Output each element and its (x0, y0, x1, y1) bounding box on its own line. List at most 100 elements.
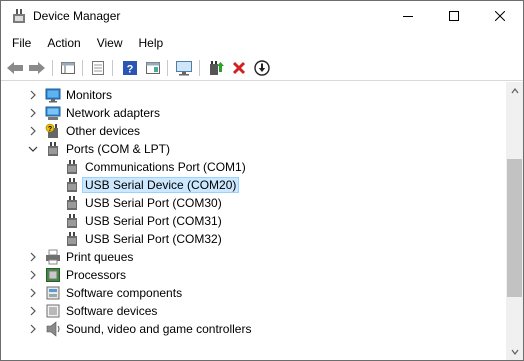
tree-item-com1[interactable]: Communications Port (COM1) (3, 158, 506, 176)
chevron-right-icon[interactable] (27, 89, 39, 101)
svg-text:?: ? (48, 126, 52, 133)
tree-item-network-adapters[interactable]: Network adapters (3, 104, 506, 122)
tree-item-label: USB Serial Port (COM30) (85, 196, 222, 210)
processor-icon (45, 267, 61, 283)
menu-help[interactable]: Help (131, 33, 172, 53)
port-icon (64, 231, 80, 247)
minimize-button[interactable] (385, 1, 431, 31)
show-hide-console-tree-icon (61, 62, 75, 74)
disable-device-icon (254, 60, 270, 76)
tree-item-label: Communications Port (COM1) (85, 160, 246, 174)
maximize-button[interactable] (431, 1, 477, 31)
tree-item-software-components[interactable]: Software components (3, 284, 506, 302)
chevron-down-icon (511, 349, 518, 355)
uninstall-icon (232, 61, 246, 75)
menu-action[interactable]: Action (39, 33, 88, 53)
tree-item-label: Other devices (66, 124, 141, 138)
tree-item-print-queues[interactable]: Print queues (3, 248, 506, 266)
toolbar-separator (82, 60, 83, 76)
tree-item-software-devices[interactable]: Software devices (3, 302, 506, 320)
chevron-right-icon[interactable] (27, 323, 39, 335)
window-title: Device Manager (33, 9, 121, 23)
monitor-icon (45, 87, 61, 103)
toolbar-separator (52, 60, 53, 76)
back-icon (7, 62, 23, 74)
printer-icon (45, 249, 61, 265)
chevron-right-icon[interactable] (27, 251, 39, 263)
port-icon (64, 195, 80, 211)
tree-item-sound-video-game[interactable]: Sound, video and game controllers (3, 320, 506, 338)
network-adapter-icon (45, 105, 61, 121)
unknown-device-icon: ? (45, 123, 61, 139)
tree-item-com30[interactable]: USB Serial Port (COM30) (3, 194, 506, 212)
chevron-right-icon[interactable] (27, 287, 39, 299)
help-icon: ? (123, 61, 137, 76)
properties-icon (92, 61, 104, 75)
toolbar-separator (167, 60, 168, 76)
tree-item-label: Sound, video and game controllers (66, 322, 252, 336)
tree-item-com20[interactable]: USB Serial Device (COM20) (3, 176, 506, 194)
action-pane-button[interactable] (143, 58, 163, 78)
scroll-up-button[interactable] (506, 82, 523, 99)
tree-item-label: Software devices (66, 304, 158, 318)
forward-button[interactable] (27, 58, 47, 78)
menu-file[interactable]: File (1, 33, 39, 53)
software-component-icon (45, 285, 61, 301)
show-hide-console-tree-button[interactable] (58, 58, 78, 78)
uninstall-device-button[interactable] (229, 58, 249, 78)
speaker-icon (45, 321, 61, 337)
help-button[interactable]: ? (120, 58, 140, 78)
toolbar: ? (1, 55, 523, 81)
chevron-right-icon[interactable] (27, 305, 39, 317)
tree-item-monitors[interactable]: Monitors (3, 86, 506, 104)
tree-item-com31[interactable]: USB Serial Port (COM31) (3, 212, 506, 230)
update-driver-icon (210, 61, 224, 75)
tree-item-label: USB Serial Port (COM31) (85, 214, 222, 228)
properties-button[interactable] (88, 58, 108, 78)
tree-item-label: USB Serial Port (COM32) (85, 232, 222, 246)
chevron-down-icon[interactable] (27, 143, 39, 155)
menu-view[interactable]: View (89, 33, 131, 53)
tree-item-com32[interactable]: USB Serial Port (COM32) (3, 230, 506, 248)
tree-item-ports[interactable]: Ports (COM & LPT) (3, 140, 506, 158)
tree-item-label: Network adapters (66, 106, 161, 120)
minimize-icon (403, 16, 413, 17)
vertical-scrollbar[interactable] (506, 82, 523, 360)
tree-item-label: Ports (COM & LPT) (66, 142, 171, 156)
tree-item-label: Software components (66, 286, 183, 300)
action-pane-icon (146, 62, 160, 74)
software-device-icon (45, 303, 61, 319)
maximize-icon (449, 11, 459, 21)
forward-icon (29, 62, 45, 74)
device-manager-window: Device Manager File Action View Help ? M… (0, 0, 524, 361)
svg-text:?: ? (127, 64, 134, 76)
port-icon (64, 213, 80, 229)
tree-item-other-devices[interactable]: ? Other devices (3, 122, 506, 140)
tree-item-label: Print queues (66, 250, 134, 264)
device-manager-app-icon (11, 8, 27, 24)
tree-item-label: Processors (66, 268, 127, 282)
scan-hardware-button[interactable] (174, 58, 194, 78)
port-icon (45, 141, 61, 157)
chevron-right-icon[interactable] (27, 107, 39, 119)
chevron-right-icon[interactable] (27, 269, 39, 281)
scroll-down-button[interactable] (506, 343, 523, 360)
close-button[interactable] (477, 1, 523, 31)
device-tree[interactable]: Monitors Network adapters ? Other device… (3, 84, 506, 360)
tree-item-processors[interactable]: Processors (3, 266, 506, 284)
port-icon (64, 177, 80, 193)
toolbar-separator (199, 60, 200, 76)
chevron-right-icon[interactable] (27, 125, 39, 137)
tree-item-label: Monitors (66, 88, 113, 102)
port-icon (64, 159, 80, 175)
update-driver-button[interactable] (206, 58, 226, 78)
back-button[interactable] (5, 58, 25, 78)
toolbar-separator (112, 60, 113, 76)
scrollbar-thumb[interactable] (507, 159, 522, 297)
scan-hardware-icon (176, 61, 192, 76)
title-bar[interactable]: Device Manager (1, 1, 523, 31)
disable-device-button[interactable] (252, 58, 272, 78)
menu-bar: File Action View Help (1, 32, 523, 54)
close-icon (495, 11, 505, 21)
tree-item-label: USB Serial Device (COM20) (82, 177, 240, 193)
